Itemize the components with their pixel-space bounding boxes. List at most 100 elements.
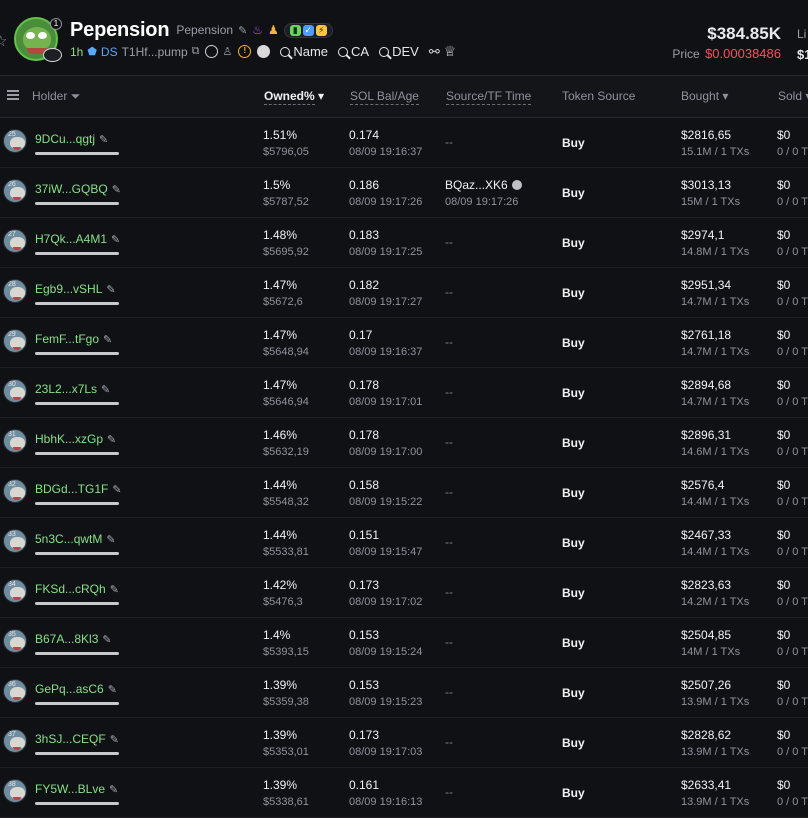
fire-icon: ♨ [252, 23, 264, 37]
bought-usd: $2633,41 [681, 778, 732, 792]
source-cell[interactable]: BQaz...XK6 08/09 19:17:26 [445, 177, 522, 211]
holder-address[interactable]: FY5W...BLve ✎ [35, 782, 118, 796]
sol-balance: 0.161 [349, 778, 380, 792]
edit-icon[interactable]: ✎ [111, 234, 120, 246]
sold-cell: $0 0 / 0 T [777, 527, 808, 561]
table-row[interactable]: 26 37iW...GQBQ ✎ 1.5% $5787,52 0.186 08/09 19:… [0, 167, 808, 218]
holder-address[interactable]: 5n3C...qwtM ✎ [35, 532, 116, 546]
holder-address[interactable]: 23L2...x7Ls ✎ [35, 382, 110, 396]
table-row[interactable]: 31 HbhK...xzGp ✎ 1.46% $5632,19 0.178 08/09 19… [0, 417, 808, 468]
token-source: Buy [562, 336, 585, 350]
globe-icon[interactable] [205, 45, 219, 58]
edit-icon[interactable]: ✎ [102, 634, 111, 646]
table-row[interactable]: 34 FKSd...cRQh ✎ 1.42% $5476,3 0.173 08/09 19:… [0, 567, 808, 618]
header-owned[interactable]: Owned% ▾ [264, 89, 325, 105]
holder-address[interactable]: HbhK...xzGp ✎ [35, 432, 116, 446]
table-row[interactable]: 28 Egb9...vSHL ✎ 1.47% $5672,6 0.182 08/09 19:… [0, 267, 808, 318]
edit-icon[interactable]: ✎ [108, 684, 117, 696]
menu-circle-icon[interactable] [257, 45, 271, 58]
table-row[interactable]: 27 H7Qk...A4M1 ✎ 1.48% $5695,92 0.183 08/09 19… [0, 217, 808, 268]
table-row[interactable]: 36 GePq...asC6 ✎ 1.39% $5359,38 0.153 08/09 19… [0, 667, 808, 718]
holder-address[interactable]: Egb9...vSHL ✎ [35, 282, 116, 296]
sol-balance: 0.183 [349, 228, 380, 242]
sold-meta: 0 / 0 T [777, 446, 808, 458]
table-row[interactable]: 30 23L2...x7Ls ✎ 1.47% $5646,94 0.178 08/09 19… [0, 367, 808, 418]
source-empty: -- [445, 485, 453, 499]
token-badges[interactable]: ▮ ✓ ⚡ [283, 22, 333, 38]
owned-usd: $5476,3 [263, 596, 303, 608]
edit-icon[interactable]: ✎ [106, 284, 115, 296]
header-sol[interactable]: SOL Bal/Age [350, 89, 419, 105]
holder-address[interactable]: FemF...tFgo ✎ [35, 332, 112, 346]
owned-usd: $5646,94 [263, 396, 309, 408]
holder-address[interactable]: BDGd...TG1F ✎ [35, 482, 122, 496]
source-cell: -- [445, 427, 453, 449]
header-token-source[interactable]: Token Source [562, 89, 635, 103]
copy-icon[interactable]: ⧉ [192, 45, 200, 58]
edit-icon[interactable]: ✎ [107, 434, 116, 446]
wallet-age: 08/09 19:15:22 [349, 496, 423, 508]
mouth-icon [13, 447, 21, 450]
table-row[interactable]: 29 FemF...tFgo ✎ 1.47% $5648,94 0.17 08/09 19:… [0, 317, 808, 368]
header-bought[interactable]: Bought ▾ [681, 89, 728, 103]
table-row[interactable]: 32 BDGd...TG1F ✎ 1.44% $5548,32 0.158 08/09 19… [0, 467, 808, 518]
wallet-age: 08/09 19:17:26 [349, 196, 423, 208]
sold-usd: $0 [777, 528, 791, 542]
search-name-button[interactable]: Name [280, 44, 328, 59]
share-icon[interactable]: ⚯ [429, 44, 440, 60]
crown-icon[interactable]: ♕ [444, 43, 457, 60]
holder-address[interactable]: 9DCu...qgtj ✎ [35, 132, 108, 146]
header-sold[interactable]: Sold ▾ [778, 89, 808, 103]
wallet-age: 08/09 19:16:37 [349, 346, 423, 358]
bought-cell: $2816,65 15.1M / 1 TXs [681, 127, 749, 161]
edit-icon[interactable]: ✎ [101, 384, 110, 396]
user-icon[interactable]: ♙ [222, 45, 232, 58]
source-address[interactable]: BQaz...XK6 [445, 178, 508, 192]
sort-down-icon: ▾ [318, 89, 325, 103]
header-holder[interactable]: Holder ⏷ [32, 89, 80, 104]
mouth-icon [13, 647, 21, 650]
holder-address[interactable]: 3hSJ...CEQF ✎ [35, 732, 119, 746]
star-icon[interactable]: ☆ [0, 32, 7, 50]
holder-address[interactable]: GePq...asC6 ✎ [35, 682, 117, 696]
edit-icon[interactable]: ✎ [110, 584, 119, 596]
ds-link[interactable]: DS [101, 45, 118, 59]
token-source: Buy [562, 786, 585, 800]
warning-icon[interactable]: ! [238, 45, 252, 58]
table-row[interactable]: 35 B67A...8Kl3 ✎ 1.4% $5393,15 0.153 08/09 19:… [0, 617, 808, 668]
edit-icon[interactable]: ✎ [112, 184, 121, 196]
table-row[interactable]: 38 FY5W...BLve ✎ 1.39% $5338,61 0.161 08/09 19… [0, 767, 808, 818]
edit-icon[interactable]: ✎ [109, 784, 118, 796]
table-row[interactable]: 37 3hSJ...CEQF ✎ 1.39% $5353,01 0.173 08/09 19… [0, 717, 808, 768]
search-dev-button[interactable]: DEV [379, 44, 419, 59]
holder-address[interactable]: H7Qk...A4M1 ✎ [35, 232, 120, 246]
sol-cell: 0.173 08/09 19:17:02 [349, 577, 422, 611]
holder-address[interactable]: B67A...8Kl3 ✎ [35, 632, 112, 646]
avatar-count-badge: 1 [50, 18, 62, 30]
edit-icon[interactable]: ✎ [110, 734, 119, 746]
holder-address[interactable]: 37iW...GQBQ ✎ [35, 182, 121, 196]
edit-icon[interactable]: ✎ [112, 484, 121, 496]
bought-meta: 13.9M / 1 TXs [681, 796, 750, 808]
contract-address[interactable]: T1Hf...pump [122, 45, 188, 59]
header-source[interactable]: Source/TF Time [446, 89, 532, 105]
edit-icon[interactable]: ✎ [106, 534, 115, 546]
market-stats: $384.85K Price $0.00038486 [672, 24, 781, 61]
edit-icon[interactable]: ✎ [238, 24, 247, 37]
filter-icon[interactable] [7, 89, 19, 100]
search-dev-label: DEV [392, 44, 419, 59]
funnel-icon[interactable]: ⏷ [71, 89, 81, 103]
source-cell: -- [445, 627, 453, 649]
table-row[interactable]: 33 5n3C...qwtM ✎ 1.44% $5533,81 0.151 08/09 19… [0, 517, 808, 568]
holder-address[interactable]: FKSd...cRQh ✎ [35, 582, 119, 596]
edit-icon[interactable]: ✎ [99, 134, 108, 146]
sold-usd: $0 [777, 578, 791, 592]
bought-meta: 14.7M / 1 TXs [681, 296, 750, 308]
search-ca-button[interactable]: CA [338, 44, 369, 59]
sold-cell: $0 0 / 0 T [777, 677, 808, 711]
bought-meta: 13.9M / 1 TXs [681, 696, 750, 708]
edit-icon[interactable]: ✎ [103, 334, 112, 346]
table-row[interactable]: 25 9DCu...qgtj ✎ 1.51% $5796,05 0.174 08/09 19… [0, 117, 808, 168]
holders-table-header: Holder ⏷ Owned% ▾ SOL Bal/Age Source/TF … [0, 76, 808, 118]
sol-cell: 0.182 08/09 19:17:27 [349, 277, 422, 311]
